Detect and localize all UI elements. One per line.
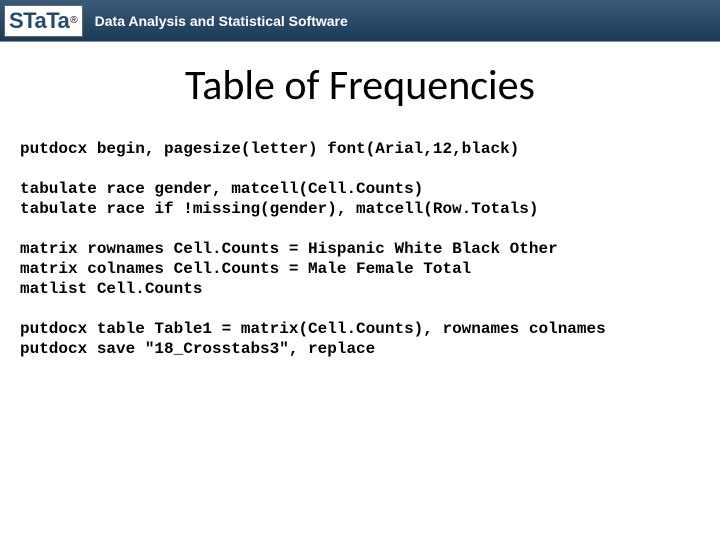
code-line: tabulate race if !missing(gender), matce…	[20, 199, 700, 219]
page-title: Table of Frequencies	[0, 60, 720, 111]
logo-text: STaTa	[9, 8, 69, 34]
code-line: matrix colnames Cell.Counts = Male Femal…	[20, 259, 700, 279]
code-group-1: putdocx begin, pagesize(letter) font(Ari…	[20, 139, 700, 159]
tagline-text: Data Analysis and Statistical Software	[95, 13, 348, 29]
code-block: putdocx begin, pagesize(letter) font(Ari…	[0, 139, 720, 359]
code-line: putdocx save "18_Crosstabs3", replace	[20, 339, 700, 359]
code-line: putdocx table Table1 = matrix(Cell.Count…	[20, 319, 700, 339]
code-line: tabulate race gender, matcell(Cell.Count…	[20, 179, 700, 199]
code-line: putdocx begin, pagesize(letter) font(Ari…	[20, 139, 700, 159]
logo-registered: ®	[70, 15, 77, 26]
logo-box: STaTa®	[4, 5, 83, 37]
code-group-2: tabulate race gender, matcell(Cell.Count…	[20, 179, 700, 219]
header-bar: STaTa® Data Analysis and Statistical Sof…	[0, 0, 720, 42]
code-group-3: matrix rownames Cell.Counts = Hispanic W…	[20, 239, 700, 299]
code-line: matrix rownames Cell.Counts = Hispanic W…	[20, 239, 700, 259]
code-group-4: putdocx table Table1 = matrix(Cell.Count…	[20, 319, 700, 359]
code-line: matlist Cell.Counts	[20, 279, 700, 299]
